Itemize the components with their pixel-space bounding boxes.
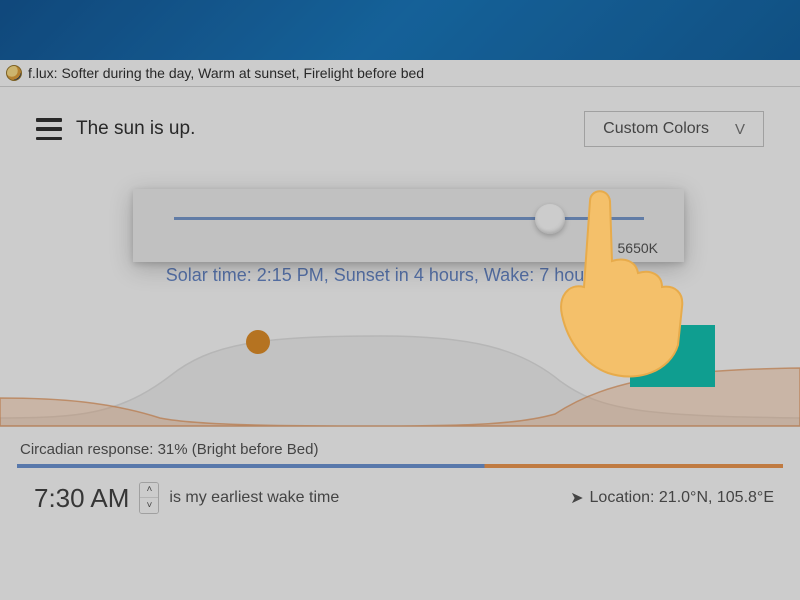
- color-temp-slider-panel: 5650K: [133, 189, 684, 262]
- top-row: The sun is up. Custom Colors V: [0, 87, 800, 157]
- wake-time-up-button[interactable]: ˄: [140, 483, 158, 498]
- location-text: Location: 21.0°N, 105.8°E: [590, 489, 774, 507]
- color-temp-slider-thumb[interactable]: [535, 204, 565, 234]
- location-arrow-icon: ➤: [570, 488, 583, 508]
- content-area: The sun is up. Custom Colors V 5650K Sol…: [0, 87, 800, 600]
- sun-marker-icon: [246, 330, 270, 354]
- wake-time-value: 7:30 AM: [34, 483, 129, 514]
- solar-time-text: Solar time: 2:15 PM, Sunset in 4 hours, …: [0, 265, 800, 286]
- flux-window: f.lux: Softer during the day, Warm at su…: [0, 60, 800, 600]
- flux-app-icon: [6, 65, 22, 81]
- color-preset-dropdown[interactable]: Custom Colors V: [584, 111, 764, 147]
- day-cycle-svg: [0, 326, 800, 441]
- color-temp-slider-track[interactable]: [174, 217, 644, 220]
- chevron-down-icon: V: [735, 121, 745, 138]
- circadian-response-text: Circadian response: 31% (Bright before B…: [0, 441, 800, 464]
- titlebar[interactable]: f.lux: Softer during the day, Warm at su…: [0, 60, 800, 87]
- wake-time-down-button[interactable]: ˅: [140, 498, 158, 513]
- color-preset-label: Custom Colors: [603, 120, 709, 138]
- location-link[interactable]: ➤ Location: 21.0°N, 105.8°E: [570, 488, 774, 508]
- hamburger-icon[interactable]: [36, 118, 62, 140]
- titlebar-text: f.lux: Softer during the day, Warm at su…: [28, 65, 424, 81]
- wake-time-suffix: is my earliest wake time: [169, 489, 339, 507]
- wake-time-stepper[interactable]: ˄ ˅: [139, 482, 159, 514]
- sun-status-text: The sun is up.: [76, 118, 195, 140]
- bottom-row: 7:30 AM ˄ ˅ is my earliest wake time ➤ L…: [0, 468, 800, 514]
- day-cycle-chart: [0, 326, 800, 441]
- color-temp-value: 5650K: [618, 240, 658, 256]
